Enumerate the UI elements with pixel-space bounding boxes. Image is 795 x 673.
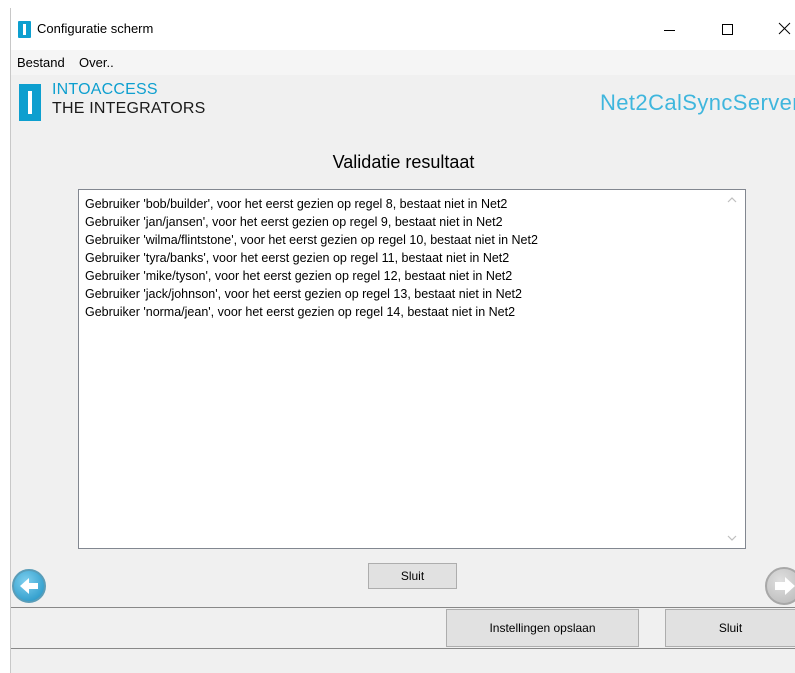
scroll-up-icon[interactable]: [727, 196, 737, 204]
results-list: Gebruiker 'bob/builder', voor het eerst …: [85, 195, 715, 321]
brand-name: INTOACCESS: [52, 81, 158, 98]
scroll-down-icon[interactable]: [727, 534, 737, 542]
close-results-button[interactable]: Sluit: [368, 563, 457, 589]
arrow-left-circle-icon: [20, 578, 38, 594]
arrow-right-circle-icon: [775, 577, 795, 595]
validation-results-box[interactable]: Gebruiker 'bob/builder', voor het eerst …: [78, 189, 746, 549]
config-window: Configuratie scherm Bestand Over.. INTOA…: [10, 8, 795, 673]
close-window-button[interactable]: [761, 8, 795, 50]
brand-tagline: THE INTEGRATORS: [52, 100, 206, 117]
forward-button[interactable]: [765, 567, 795, 605]
list-item: Gebruiker 'tyra/banks', voor het eerst g…: [85, 251, 510, 265]
save-settings-button[interactable]: Instellingen opslaan: [446, 609, 639, 647]
minimize-button[interactable]: [647, 8, 693, 50]
menu-item-over[interactable]: Over..: [79, 55, 114, 70]
product-name: Net2CalSyncServer: [600, 90, 795, 115]
list-item: Gebruiker 'jack/johnson', voor het eerst…: [85, 287, 522, 301]
brand-logo-icon: [19, 84, 41, 121]
back-button[interactable]: [12, 569, 46, 603]
menu-item-bestand[interactable]: Bestand: [17, 55, 65, 70]
maximize-button[interactable]: [705, 8, 751, 50]
close-button[interactable]: Sluit: [665, 609, 795, 647]
page-title: Validatie resultaat: [332, 152, 475, 172]
list-item: Gebruiker 'wilma/flintstone', voor het e…: [85, 233, 538, 247]
list-item: Gebruiker 'mike/tyson', voor het eerst g…: [85, 269, 513, 283]
list-item: Gebruiker 'jan/jansen', voor het eerst g…: [85, 215, 503, 229]
menu-bar: Bestand Over..: [11, 50, 795, 75]
title-bar: Configuratie scherm: [11, 8, 795, 50]
close-icon: [778, 22, 791, 35]
window-title: Configuratie scherm: [37, 21, 154, 36]
list-item: Gebruiker 'norma/jean', voor het eerst g…: [85, 305, 516, 319]
app-logo-icon: [18, 21, 31, 38]
list-item: Gebruiker 'bob/builder', voor het eerst …: [85, 197, 508, 211]
